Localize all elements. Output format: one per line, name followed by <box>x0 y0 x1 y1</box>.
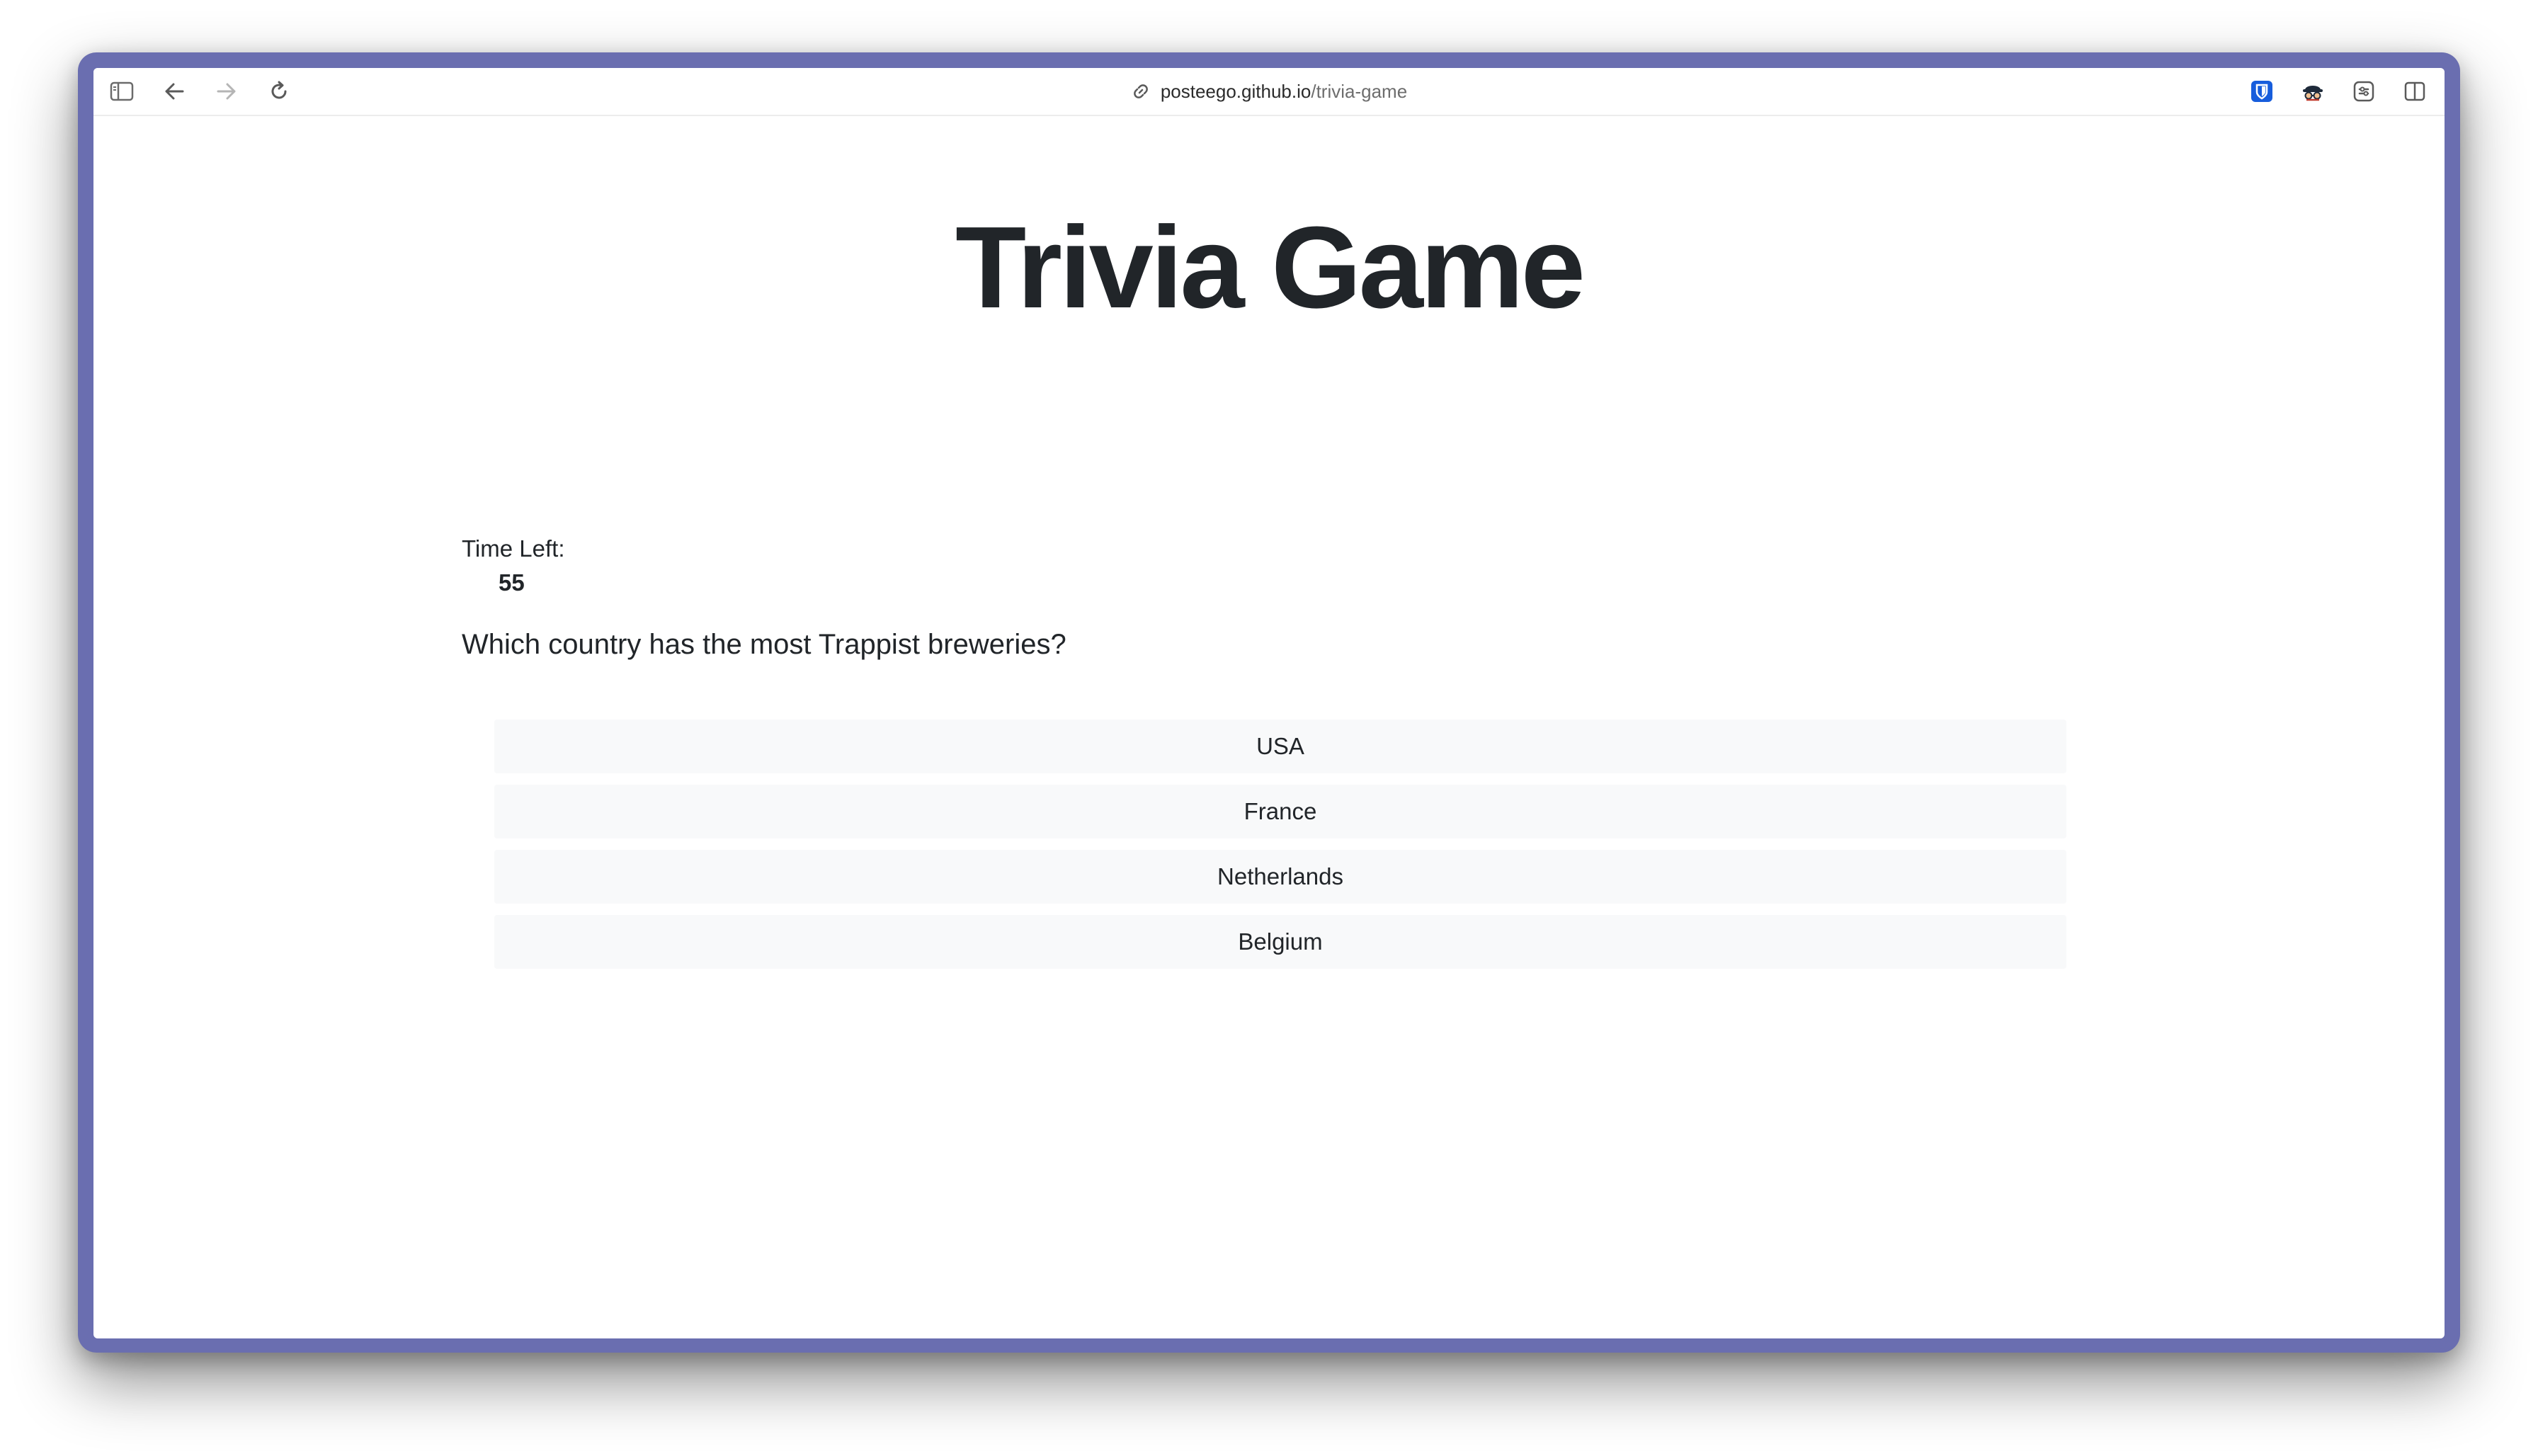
link-icon <box>1131 81 1151 101</box>
page-content: Trivia Game Time Left: 55 Which country … <box>93 116 2445 1338</box>
answer-list: USA France Netherlands Belgium <box>494 720 2066 980</box>
url-path: /trivia-game <box>1311 80 1408 102</box>
split-view-icon[interactable] <box>2401 77 2429 106</box>
extension-icon[interactable] <box>2350 77 2378 106</box>
browser-toolbar: posteego.github.io/trivia-game <box>93 68 2445 116</box>
incognito-extension-icon[interactable] <box>2299 77 2327 106</box>
answer-button-france[interactable]: France <box>494 785 2066 838</box>
answer-button-usa[interactable]: USA <box>494 720 2066 773</box>
page-title: Trivia Game <box>955 203 1586 332</box>
answer-button-belgium[interactable]: Belgium <box>494 915 2066 969</box>
address-bar[interactable]: posteego.github.io/trivia-game <box>93 68 2445 115</box>
answer-button-netherlands[interactable]: Netherlands <box>494 850 2066 904</box>
question-text: Which country has the most Trappist brew… <box>462 629 1066 660</box>
timer-label: Time Left: <box>462 535 565 562</box>
bitwarden-extension-icon[interactable] <box>2248 77 2276 106</box>
browser-window-frame: posteego.github.io/trivia-game Trivia Ga… <box>78 52 2460 1353</box>
url-host: posteego.github.io <box>1160 80 1311 102</box>
browser-window: posteego.github.io/trivia-game Trivia Ga… <box>93 68 2445 1338</box>
timer-value: 55 <box>499 569 525 596</box>
